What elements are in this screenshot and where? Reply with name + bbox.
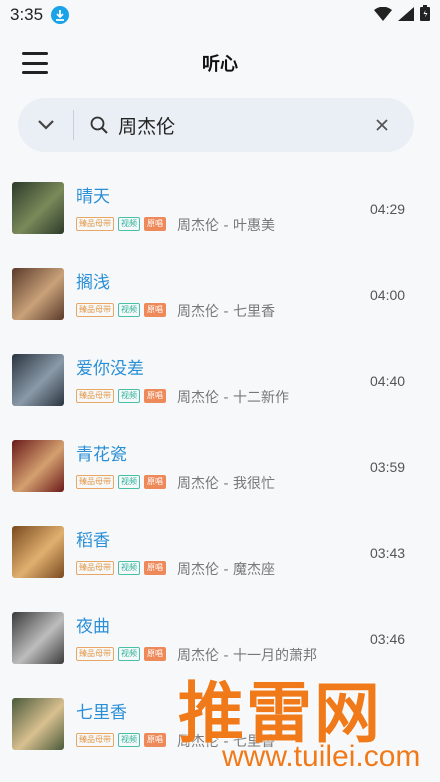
song-row[interactable]: 稻香 臻品母带 视频 原唱 周杰伦 - 魔杰座 03:43	[0, 508, 440, 594]
search-input[interactable]	[116, 113, 364, 137]
search-bar	[18, 98, 414, 152]
tag-video[interactable]: 视频	[118, 561, 140, 575]
album-cover	[12, 612, 64, 664]
song-duration: 04:29	[370, 201, 406, 217]
signal-icon	[398, 6, 414, 25]
search-divider	[73, 110, 75, 140]
tag-hq: 臻品母带	[76, 217, 114, 231]
tag-original: 原唱	[144, 647, 166, 661]
song-duration: 03:59	[370, 459, 406, 475]
song-artist-album: 周杰伦 - 我很忙	[177, 476, 275, 492]
tag-video[interactable]: 视频	[118, 475, 140, 489]
wifi-icon	[374, 6, 392, 25]
song-tags: 臻品母带 视频 原唱	[76, 389, 166, 403]
song-tags: 臻品母带 视频 原唱	[76, 217, 166, 231]
song-tags: 臻品母带 视频 原唱	[76, 475, 166, 489]
status-bar: 3:35	[0, 0, 440, 30]
tag-original: 原唱	[144, 389, 166, 403]
song-row[interactable]: 晴天 臻品母带 视频 原唱 周杰伦 - 叶惠美 04:29	[0, 164, 440, 250]
tag-original: 原唱	[144, 475, 166, 489]
tag-original: 原唱	[144, 561, 166, 575]
album-cover	[12, 526, 64, 578]
tag-hq: 臻品母带	[76, 389, 114, 403]
tag-video[interactable]: 视频	[118, 733, 140, 747]
song-artist-album: 周杰伦 - 叶惠美	[177, 218, 275, 234]
tag-hq: 臻品母带	[76, 561, 114, 575]
album-cover	[12, 354, 64, 406]
song-duration: 04:00	[370, 287, 406, 303]
song-tags: 臻品母带 视频 原唱	[76, 733, 166, 747]
tag-video[interactable]: 视频	[118, 647, 140, 661]
tag-original: 原唱	[144, 733, 166, 747]
song-row[interactable]: 青花瓷 臻品母带 视频 原唱 周杰伦 - 我很忙 03:59	[0, 422, 440, 508]
song-list: 晴天 臻品母带 视频 原唱 周杰伦 - 叶惠美 04:29 搁浅 臻品母带 视频…	[0, 164, 440, 766]
song-artist-album: 周杰伦 - 十一月的萧邦	[177, 648, 317, 664]
song-row[interactable]: 七里香 臻品母带 视频 原唱 周杰伦 - 七里香	[0, 680, 440, 766]
battery-icon	[420, 5, 430, 25]
tag-video[interactable]: 视频	[118, 389, 140, 403]
song-tags: 臻品母带 视频 原唱	[76, 561, 166, 575]
song-title: 夜曲	[76, 617, 110, 637]
album-cover	[12, 698, 64, 750]
song-title: 晴天	[76, 187, 110, 207]
tag-hq: 臻品母带	[76, 733, 114, 747]
album-cover	[12, 182, 64, 234]
tag-original: 原唱	[144, 303, 166, 317]
song-title: 爱你没差	[76, 359, 144, 379]
album-cover	[12, 268, 64, 320]
song-artist-album: 周杰伦 - 十二新作	[177, 390, 289, 406]
download-icon	[51, 6, 70, 24]
song-title: 稻香	[76, 531, 110, 551]
song-artist-album: 周杰伦 - 魔杰座	[177, 562, 275, 578]
app-header: 听心	[0, 30, 440, 96]
status-time: 3:35	[10, 5, 44, 24]
page-title: 听心	[202, 54, 238, 75]
search-icon	[90, 116, 108, 134]
song-duration: 03:46	[370, 631, 406, 647]
song-tags: 臻品母带 视频 原唱	[76, 647, 166, 661]
song-duration: 03:43	[370, 545, 406, 561]
tag-hq: 臻品母带	[76, 303, 114, 317]
song-tags: 臻品母带 视频 原唱	[76, 303, 166, 317]
song-row[interactable]: 爱你没差 臻品母带 视频 原唱 周杰伦 - 十二新作 04:40	[0, 336, 440, 422]
song-artist-album: 周杰伦 - 七里香	[177, 734, 275, 750]
close-icon[interactable]	[363, 105, 400, 145]
song-duration: 04:40	[370, 373, 406, 389]
chevron-down-icon[interactable]	[18, 98, 73, 152]
song-row[interactable]: 夜曲 臻品母带 视频 原唱 周杰伦 - 十一月的萧邦 03:46	[0, 594, 440, 680]
tag-hq: 臻品母带	[76, 647, 114, 661]
tag-video[interactable]: 视频	[118, 303, 140, 317]
album-cover	[12, 440, 64, 492]
song-row[interactable]: 搁浅 臻品母带 视频 原唱 周杰伦 - 七里香 04:00	[0, 250, 440, 336]
song-title: 青花瓷	[76, 445, 127, 465]
tag-hq: 臻品母带	[76, 475, 114, 489]
song-artist-album: 周杰伦 - 七里香	[177, 304, 275, 320]
tag-original: 原唱	[144, 217, 166, 231]
song-title: 搁浅	[76, 273, 110, 293]
tag-video[interactable]: 视频	[118, 217, 140, 231]
song-title: 七里香	[76, 703, 127, 723]
